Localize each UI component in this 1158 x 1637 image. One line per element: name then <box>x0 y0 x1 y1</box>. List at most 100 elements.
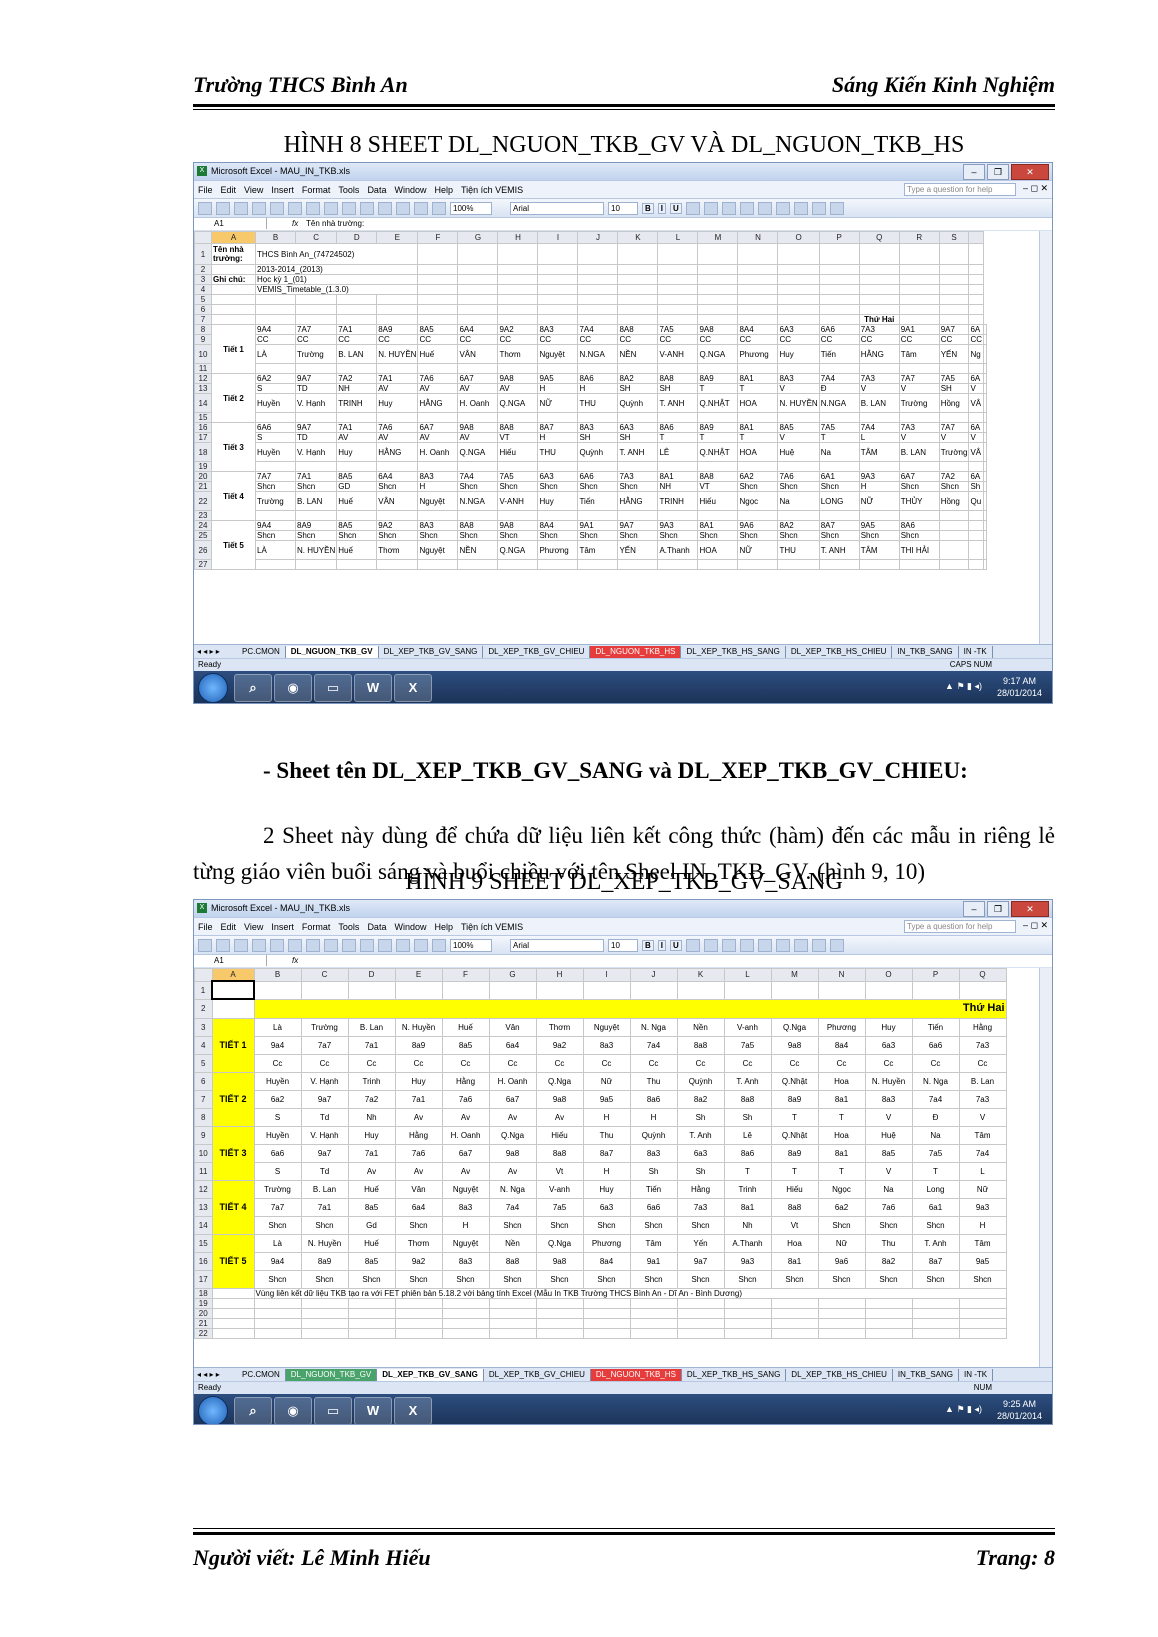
cell[interactable]: H. Oanh <box>441 1125 490 1145</box>
cell[interactable]: 8a2 <box>676 1089 725 1109</box>
cell[interactable] <box>535 1317 584 1329</box>
cell[interactable] <box>537 559 579 570</box>
cell[interactable]: 6a3 <box>582 1197 631 1217</box>
cell[interactable] <box>255 412 296 423</box>
cell[interactable]: CC <box>537 334 579 345</box>
cell[interactable]: Sh <box>968 481 985 492</box>
cell[interactable] <box>255 363 296 374</box>
cell[interactable]: 9a5 <box>582 1089 631 1109</box>
cell[interactable]: B. Lan <box>300 1179 349 1199</box>
cell[interactable] <box>983 432 988 443</box>
cell[interactable] <box>347 1307 396 1319</box>
cell[interactable]: Nữ <box>582 1071 631 1091</box>
column-header[interactable]: B <box>253 968 302 982</box>
cell[interactable]: VÂN <box>376 491 419 511</box>
currency-icon[interactable] <box>757 201 772 215</box>
cell[interactable]: CC <box>777 334 820 345</box>
cell[interactable]: V-ANH <box>497 491 539 511</box>
cell[interactable]: N. Nga <box>488 1179 537 1199</box>
cell[interactable]: N.NGA <box>577 344 619 364</box>
cell[interactable]: Td <box>300 1161 349 1181</box>
cell[interactable] <box>697 304 739 315</box>
cell[interactable]: 6a2 <box>253 1089 302 1109</box>
cell[interactable]: CC <box>968 334 985 345</box>
cell[interactable]: 9a4 <box>253 1251 302 1271</box>
cell[interactable] <box>617 243 659 265</box>
cell[interactable]: S <box>255 432 296 443</box>
cell[interactable] <box>617 363 659 374</box>
cell[interactable] <box>457 314 499 325</box>
cell[interactable] <box>376 294 419 305</box>
cell[interactable]: 8a5 <box>441 1035 490 1055</box>
cell[interactable]: 6A6 <box>577 471 619 482</box>
cell[interactable]: B. LAN <box>294 491 338 511</box>
cell[interactable] <box>777 294 820 305</box>
column-header[interactable] <box>968 231 985 244</box>
cell[interactable] <box>417 243 459 265</box>
cell[interactable]: TD <box>294 383 338 394</box>
cell[interactable]: 6A6 <box>255 422 296 433</box>
cell[interactable]: Shcn <box>347 1269 396 1289</box>
cell[interactable] <box>617 294 659 305</box>
cell[interactable] <box>737 363 779 374</box>
word-icon[interactable]: W <box>354 674 392 702</box>
cell[interactable]: Gd <box>347 1215 396 1235</box>
select-all-corner[interactable] <box>194 968 213 982</box>
cell[interactable]: Thơm <box>535 1017 584 1037</box>
cell[interactable]: CC <box>938 334 970 345</box>
cell[interactable]: 6A1 <box>818 471 860 482</box>
cell[interactable]: 6a6 <box>629 1197 678 1217</box>
cell[interactable] <box>958 1297 1007 1309</box>
cell[interactable]: Na <box>818 442 860 462</box>
cell[interactable]: AV <box>376 383 419 394</box>
cell[interactable]: 8A1 <box>697 520 739 531</box>
cell[interactable]: Shcn <box>457 530 499 541</box>
cell[interactable]: Hiếu <box>697 491 739 511</box>
cell[interactable]: Shcn <box>676 1269 725 1289</box>
cell[interactable]: T. Anh <box>911 1233 960 1253</box>
row-header[interactable]: 3 <box>194 1017 213 1037</box>
cell[interactable]: Shcn <box>376 481 419 492</box>
cell[interactable] <box>938 304 970 315</box>
cell[interactable]: T. ANH <box>617 442 659 462</box>
cell[interactable]: Nền <box>676 1017 725 1037</box>
column-header[interactable]: H <box>497 231 539 244</box>
cell[interactable] <box>676 1307 725 1319</box>
cell[interactable] <box>938 510 970 521</box>
preview-icon[interactable] <box>270 201 284 215</box>
folder-icon[interactable]: ▭ <box>314 1397 352 1424</box>
fill-color-icon[interactable] <box>811 201 826 215</box>
merge-icon[interactable] <box>739 938 754 952</box>
cell[interactable]: TÂM <box>858 442 900 462</box>
cell[interactable]: 7a3 <box>958 1035 1007 1055</box>
cell[interactable]: Nguyệt <box>582 1017 631 1037</box>
cell[interactable]: 8a8 <box>770 1197 819 1217</box>
cell[interactable] <box>983 393 988 413</box>
cell[interactable]: Shcn <box>535 1269 584 1289</box>
cell[interactable] <box>864 980 913 1000</box>
cell[interactable]: Hoa <box>817 1125 866 1145</box>
cell[interactable]: 7a4 <box>629 1035 678 1055</box>
cell[interactable]: V <box>898 432 940 443</box>
cell[interactable]: 8a3 <box>441 1251 490 1271</box>
cell[interactable] <box>983 334 988 345</box>
cell[interactable]: 7A5 <box>938 373 970 384</box>
sum-icon[interactable] <box>396 938 410 952</box>
cell[interactable]: Huy <box>336 442 378 462</box>
cell[interactable] <box>657 510 699 521</box>
cell[interactable]: B. Lan <box>958 1071 1007 1091</box>
cell[interactable]: Tiến <box>629 1179 678 1199</box>
row-header[interactable]: 17 <box>194 432 212 443</box>
cell[interactable]: H <box>577 383 619 394</box>
cell[interactable] <box>983 324 988 335</box>
cell[interactable] <box>911 1297 960 1309</box>
cell[interactable]: 6a6 <box>253 1143 302 1163</box>
cell[interactable]: 8a3 <box>629 1143 678 1163</box>
cell[interactable]: Shcn <box>676 1215 725 1235</box>
menu-item-file[interactable]: File <box>198 185 213 195</box>
cell[interactable]: CC <box>617 334 659 345</box>
cell[interactable]: 7a1 <box>347 1143 396 1163</box>
cell[interactable]: Av <box>347 1161 396 1181</box>
cell[interactable]: Shcn <box>657 530 699 541</box>
cell[interactable]: Đ <box>911 1107 960 1127</box>
